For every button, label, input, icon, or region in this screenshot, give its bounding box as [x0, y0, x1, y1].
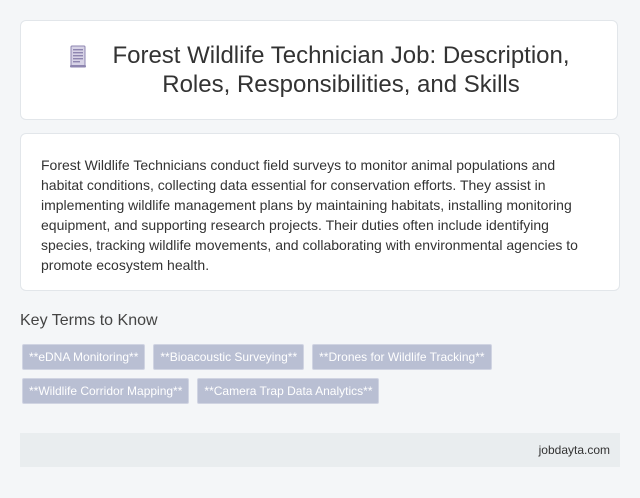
footer: jobdayta.com	[20, 433, 620, 467]
tag-wildlife-corridor-mapping[interactable]: **Wildlife Corridor Mapping**	[22, 378, 190, 404]
document-icon	[67, 45, 89, 74]
key-terms-tags: **eDNA Monitoring** **Bioacoustic Survey…	[22, 344, 612, 404]
tag-bioacoustic-surveying[interactable]: **Bioacoustic Surveying**	[153, 344, 305, 370]
key-terms-heading: Key Terms to Know	[20, 312, 158, 329]
description-card: Forest Wildlife Technicians conduct fiel…	[20, 133, 620, 291]
tag-drones-wildlife-tracking[interactable]: **Drones for Wildlife Tracking**	[312, 344, 492, 370]
title-wrap: Forest Wildlife Technician Job: Descript…	[67, 41, 571, 99]
tag-camera-trap-analytics[interactable]: **Camera Trap Data Analytics**	[197, 378, 380, 404]
page-title: Forest Wildlife Technician Job: Descript…	[112, 42, 570, 98]
site-link[interactable]: jobdayta.com	[539, 443, 610, 457]
title-card: Forest Wildlife Technician Job: Descript…	[20, 20, 618, 120]
description-text: Forest Wildlife Technicians conduct fiel…	[41, 157, 578, 273]
tag-edna-monitoring[interactable]: **eDNA Monitoring**	[22, 344, 146, 370]
